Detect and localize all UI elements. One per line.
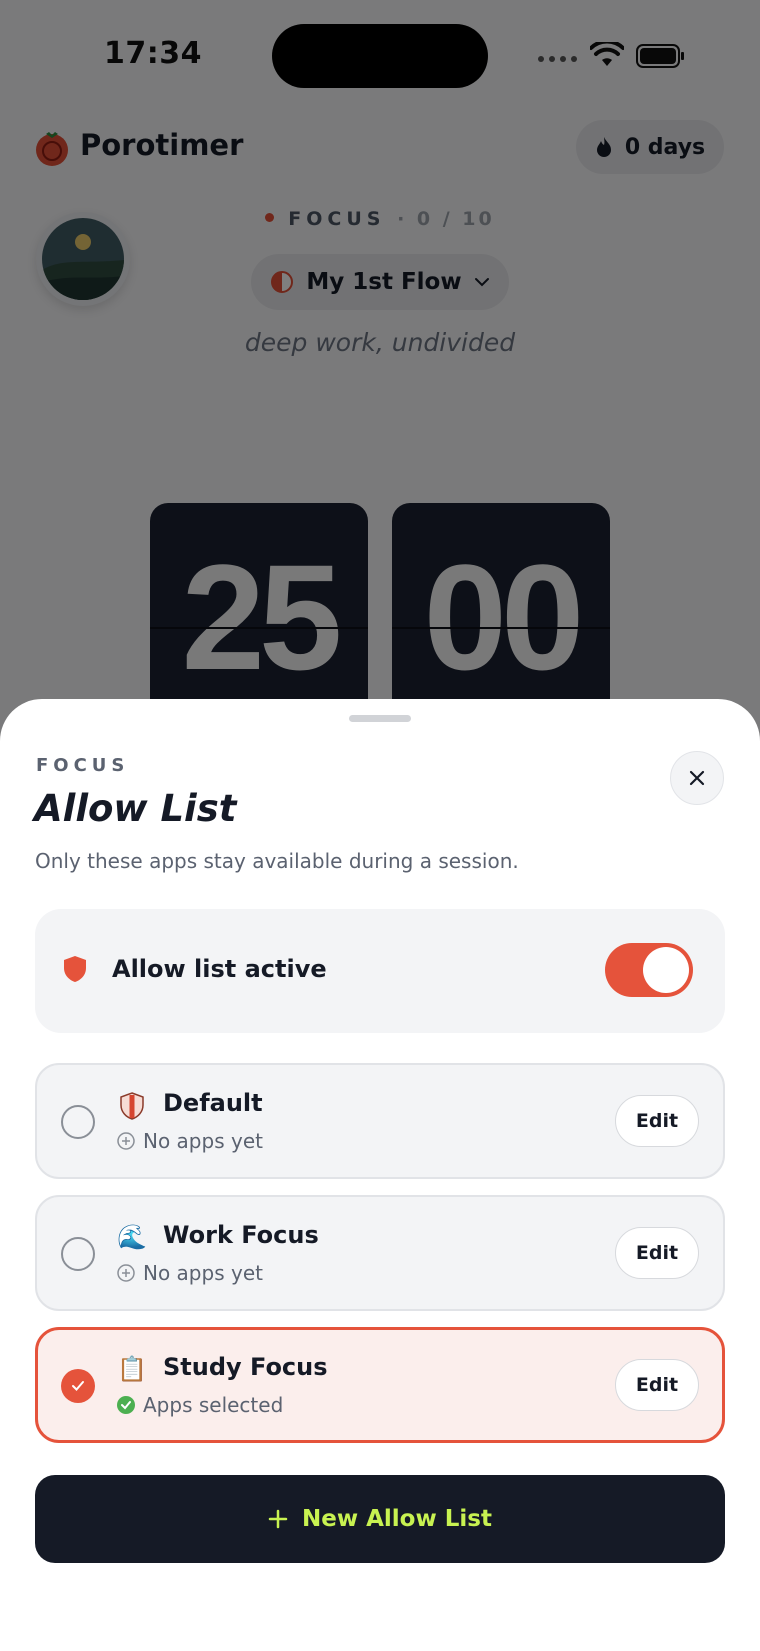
- shield-emoji-icon: [120, 1092, 144, 1120]
- allow-list-sheet: FOCUS Allow List Only these apps stay av…: [0, 699, 760, 1651]
- radio-button[interactable]: [61, 1237, 95, 1271]
- edit-button[interactable]: Edit: [615, 1227, 699, 1279]
- list-name: Work Focus: [163, 1221, 319, 1249]
- list-status: No apps yet: [117, 1261, 263, 1285]
- wave-icon: 🌊: [117, 1223, 147, 1251]
- list-status-text: No apps yet: [143, 1261, 263, 1285]
- plus-icon: [268, 1509, 288, 1529]
- check-icon: [72, 1381, 84, 1391]
- clipboard-icon: 📋: [117, 1355, 147, 1383]
- allow-list-toggle-row: Allow list active: [35, 909, 725, 1033]
- edit-button[interactable]: Edit: [615, 1095, 699, 1147]
- allow-list-item-default[interactable]: Default No apps yet Edit: [35, 1063, 725, 1179]
- list-status-text: No apps yet: [143, 1129, 263, 1153]
- plus-circle-icon: [117, 1264, 135, 1282]
- allow-list-item-work-focus[interactable]: 🌊 Work Focus No apps yet Edit: [35, 1195, 725, 1311]
- list-status: No apps yet: [117, 1129, 263, 1153]
- toggle-knob: [643, 947, 689, 993]
- close-button[interactable]: [670, 751, 724, 805]
- close-icon: [689, 770, 705, 786]
- list-status: Apps selected: [117, 1393, 283, 1417]
- plus-circle-icon: [117, 1132, 135, 1150]
- radio-button[interactable]: [61, 1105, 95, 1139]
- shield-icon: [64, 956, 86, 982]
- sheet-grabber[interactable]: [349, 715, 411, 722]
- list-name: Study Focus: [163, 1353, 328, 1381]
- radio-button-selected[interactable]: [61, 1369, 95, 1403]
- edit-button[interactable]: Edit: [615, 1359, 699, 1411]
- allow-list-toggle[interactable]: [605, 943, 693, 997]
- allow-list-item-study-focus[interactable]: 📋 Study Focus Apps selected Edit: [35, 1327, 725, 1443]
- new-allow-list-label: New Allow List: [302, 1506, 492, 1532]
- new-allow-list-button[interactable]: New Allow List: [35, 1475, 725, 1563]
- sheet-kicker: FOCUS: [36, 755, 130, 776]
- sheet-subtitle: Only these apps stay available during a …: [35, 849, 519, 873]
- check-circle-icon: [117, 1396, 135, 1414]
- sheet-title: Allow List: [34, 787, 237, 830]
- list-status-text: Apps selected: [143, 1393, 284, 1417]
- toggle-label: Allow list active: [112, 955, 327, 983]
- list-name: Default: [163, 1089, 263, 1117]
